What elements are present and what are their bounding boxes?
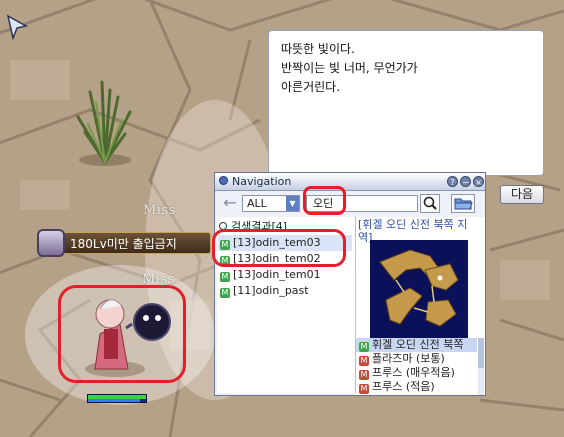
npc-dialog-text: 따뜻한 빛이다. 반짝이는 빛 너머, 무언가가 아른거린다. xyxy=(281,40,418,97)
map-object-item[interactable]: M 프루스 (적음) xyxy=(356,380,477,394)
minimize-button[interactable]: − xyxy=(460,176,471,187)
map-object-item[interactable]: M 프루스 (매우적음) xyxy=(356,366,477,380)
back-arrow-icon[interactable]: ← xyxy=(221,194,239,212)
dialog-line: 따뜻한 빛이다. xyxy=(281,42,355,56)
hp-sp-bar xyxy=(87,394,147,403)
search-input[interactable]: 오딘 xyxy=(306,195,418,212)
close-button[interactable]: × xyxy=(473,176,484,187)
scroll-thumb[interactable] xyxy=(478,338,484,368)
window-title: Navigation xyxy=(232,175,292,188)
plant-sprite xyxy=(76,80,132,166)
map-objects-list: M 휘겔 오딘 신전 북쪽 M 플라즈마 (보통) M 프루스 (매우적음) M 프루스… xyxy=(356,338,477,395)
monster-marker-icon: M xyxy=(359,356,369,366)
minimap-image[interactable] xyxy=(370,240,468,338)
level-restriction-text: 180Lv미만 출입금지 xyxy=(61,232,211,254)
miss-damage-text: Miss xyxy=(143,203,176,218)
result-count-text: 검색결과[4] xyxy=(231,220,288,233)
dialog-line: 아른거린다. xyxy=(281,80,341,94)
map-object-label: 프루스 (매우적음) xyxy=(372,366,455,379)
scope-select[interactable]: ALL ▼ xyxy=(242,195,300,212)
map-marker-icon: M xyxy=(220,256,230,266)
folder-button[interactable] xyxy=(451,194,475,213)
map-marker-icon: M xyxy=(220,272,230,282)
sp-fill xyxy=(88,399,140,402)
map-marker-icon: M xyxy=(220,240,230,250)
map-object-label: 휘겔 오딘 신전 북쪽 xyxy=(372,338,464,351)
result-count: 검색결과[4] xyxy=(219,218,287,234)
result-item[interactable]: M [13]odin_tem02 xyxy=(218,251,352,267)
map-marker-icon: M xyxy=(359,342,369,352)
result-item[interactable]: M [13]odin_tem01 xyxy=(218,267,352,283)
portrait-icon xyxy=(37,229,65,257)
npc-dialog-window: 따뜻한 빛이다. 반짝이는 빛 너머, 무언가가 아른거린다. xyxy=(268,30,544,176)
chevron-down-icon[interactable]: ▼ xyxy=(286,196,299,211)
level-restriction-badge: 180Lv미만 출입금지 xyxy=(37,229,212,257)
result-item-label: [11]odin_past xyxy=(233,284,309,297)
map-object-item[interactable]: M 휘겔 오딘 신전 북쪽 xyxy=(356,338,477,352)
navigation-window: Navigation ? − × ← ALL ▼ 오딘 검색결과[4] M [1… xyxy=(214,172,486,396)
map-marker-icon: M xyxy=(220,288,230,298)
search-results-panel: 검색결과[4] M [13]odin_tem03 M [13]odin_tem02 … xyxy=(217,217,356,393)
search-icon xyxy=(423,196,437,210)
map-object-label: 프루스 (적음) xyxy=(372,380,435,393)
map-object-label: 플라즈마 (보통) xyxy=(372,352,445,365)
monster-marker-icon: M xyxy=(359,370,369,380)
result-item-label: [13]odin_tem01 xyxy=(233,268,321,281)
mouse-cursor-icon xyxy=(6,14,29,41)
map-preview-panel: [휘겔 오딘 신전 북쪽 지역] M 휘겔 오딘 신전 북쪽 M 플라즈마 (보통)… xyxy=(356,217,485,395)
search-icon xyxy=(219,222,227,230)
map-object-item[interactable]: M 플라즈마 (보통) xyxy=(356,352,477,366)
scope-value: ALL xyxy=(247,197,267,210)
monster-marker-icon: M xyxy=(359,384,369,394)
player-character[interactable] xyxy=(60,284,180,384)
result-item[interactable]: M [11]odin_past xyxy=(218,283,352,299)
result-item[interactable]: M [13]odin_tem03 xyxy=(218,235,352,251)
navigation-icon xyxy=(219,176,228,185)
map-list-scrollbar[interactable] xyxy=(478,338,484,395)
help-button[interactable]: ? xyxy=(447,176,458,187)
navigation-titlebar[interactable]: Navigation ? − × xyxy=(215,173,485,191)
result-item-label: [13]odin_tem03 xyxy=(233,236,321,249)
search-button[interactable] xyxy=(420,194,440,213)
result-item-label: [13]odin_tem02 xyxy=(233,252,321,265)
dialog-line: 반짝이는 빛 너머, 무언가가 xyxy=(281,61,418,75)
next-button[interactable]: 다음 xyxy=(500,185,544,204)
folder-icon xyxy=(454,198,473,210)
navigation-toolbar: ← ALL ▼ 오딘 xyxy=(215,191,485,215)
